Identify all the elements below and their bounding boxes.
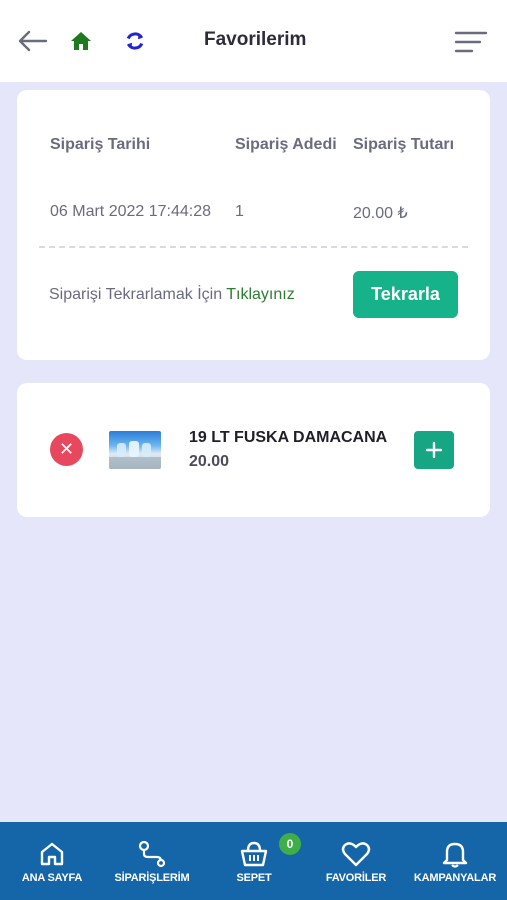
nav-item-home[interactable]: ANA SAYFA	[10, 822, 94, 900]
nav-label-campaigns: KAMPANYALAR	[413, 872, 497, 884]
order-date-value: 06 Mart 2022 17:44:28	[50, 203, 212, 220]
favorite-product-card: ✕ 19 LT FUSKA DAMACANA 20.00	[17, 383, 490, 517]
repeat-order-label: Siparişi Tekrarlamak İçin	[49, 286, 223, 303]
back-arrow-icon[interactable]	[16, 28, 48, 54]
basket-icon	[239, 838, 269, 868]
nav-item-favorites[interactable]: FAVORİLER	[316, 822, 396, 900]
bottom-navigation: ANA SAYFA SİPARİŞLERİM SEPET FAVORİLER K…	[0, 822, 507, 900]
remove-favorite-button[interactable]: ✕	[50, 433, 83, 466]
order-card: Sipariş Tarihi Sipariş Adedi Sipariş Tut…	[17, 90, 490, 360]
order-quantity-value: 1	[235, 203, 244, 220]
home-icon[interactable]	[70, 30, 92, 52]
top-bar: Favorilerim	[0, 0, 507, 82]
page-title: Favorilerim	[204, 29, 307, 50]
cart-count-badge: 0	[279, 833, 301, 855]
bell-icon	[442, 838, 468, 868]
order-total-header: Sipariş Tutarı	[353, 136, 455, 153]
nav-label-orders: SİPARİŞLERİM	[114, 872, 190, 884]
heart-icon	[341, 838, 371, 868]
repeat-order-text: Siparişi Tekrarlamak İçin Tıklayınız	[49, 286, 295, 304]
plus-icon	[425, 441, 443, 459]
menu-icon[interactable]	[454, 30, 488, 54]
order-total-value: 20.00 ₺	[353, 205, 408, 222]
route-icon	[137, 838, 167, 868]
product-image	[109, 431, 161, 469]
nav-item-cart[interactable]: SEPET	[222, 822, 286, 900]
close-icon: ✕	[58, 439, 75, 459]
nav-item-orders[interactable]: SİPARİŞLERİM	[104, 822, 200, 900]
nav-item-campaigns[interactable]: KAMPANYALAR	[404, 822, 506, 900]
product-price: 20.00	[189, 453, 230, 470]
refresh-icon[interactable]	[124, 30, 146, 52]
nav-label-favorites: FAVORİLER	[325, 872, 387, 884]
nav-label-cart: SEPET	[236, 872, 272, 884]
home-outline-icon	[38, 838, 66, 868]
repeat-order-button[interactable]: Tekrarla	[353, 271, 458, 318]
repeat-order-link[interactable]: Tıklayınız	[226, 286, 294, 303]
add-to-cart-button[interactable]	[414, 431, 454, 469]
divider	[39, 246, 468, 248]
nav-label-home: ANA SAYFA	[21, 872, 83, 884]
order-date-header: Sipariş Tarihi	[50, 136, 151, 153]
order-quantity-header: Sipariş Adedi	[235, 136, 337, 153]
product-name: 19 LT FUSKA DAMACANA	[189, 429, 388, 446]
